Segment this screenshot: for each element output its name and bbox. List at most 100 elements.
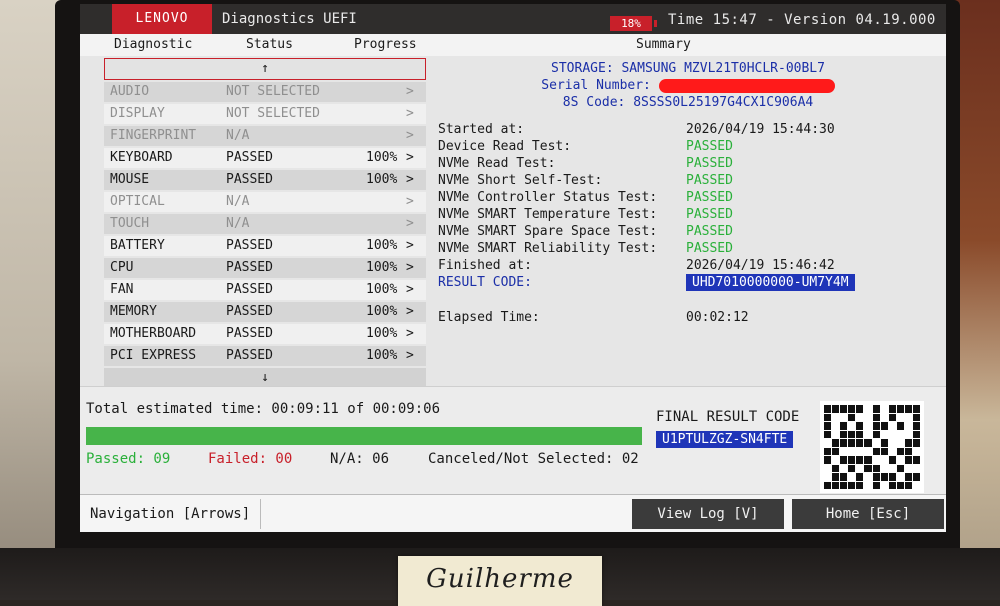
chevron-right-icon: > [406, 150, 414, 165]
started-label: Started at: [438, 122, 525, 137]
started-row: Started at: 2026/04/19 15:44:30 [438, 121, 938, 138]
list-item[interactable]: PCI EXPRESS PASSED 100% > [104, 346, 426, 366]
list-item[interactable]: BATTERY PASSED 100% > [104, 236, 426, 256]
item-status: PASSED [226, 326, 273, 341]
test-result: PASSED [686, 224, 733, 239]
battery-indicator: 18% [610, 16, 652, 31]
diagnostics-screen: LENOVO Diagnostics UEFI 18% Time 15:47 -… [80, 4, 946, 532]
item-status: PASSED [226, 238, 273, 253]
scroll-down-button[interactable]: ↓ [104, 368, 426, 388]
qr-module [888, 430, 896, 438]
serial-number: Serial Number: [438, 77, 938, 94]
item-name: FAN [110, 282, 134, 297]
col-progress: Progress [354, 37, 417, 52]
test-result: PASSED [686, 207, 733, 222]
chevron-right-icon: > [406, 194, 414, 209]
chevron-right-icon: > [406, 326, 414, 341]
storage-title: STORAGE: SAMSUNG MZVL21T0HCLR-00BL7 [551, 61, 825, 76]
elapsed-row: Elapsed Time: 00:02:12 [438, 309, 938, 326]
scroll-up-button[interactable]: ↑ [104, 58, 426, 80]
item-progress: 100% [366, 282, 398, 297]
column-headers: Diagnostic Status Progress Summary [80, 34, 946, 56]
qr-module [848, 422, 856, 430]
list-item[interactable]: MOTHERBOARD PASSED 100% > [104, 324, 426, 344]
test-result: PASSED [686, 173, 733, 188]
qr-module [872, 481, 880, 489]
qr-module [848, 439, 856, 447]
qr-module [912, 464, 920, 472]
item-status: PASSED [226, 282, 273, 297]
qr-code [820, 401, 924, 493]
progress-fill [86, 427, 642, 445]
qr-module [848, 405, 856, 413]
item-name: MEMORY [110, 304, 157, 319]
qr-module [840, 481, 848, 489]
item-name: OPTICAL [110, 194, 165, 209]
chevron-right-icon: > [406, 260, 414, 275]
qr-module [864, 413, 872, 421]
qr-module [840, 447, 848, 455]
qr-module [832, 422, 840, 430]
list-item[interactable]: AUDIO NOT SELECTED > [104, 82, 426, 102]
qr-module [904, 439, 912, 447]
brand-logo: LENOVO [112, 4, 212, 34]
list-item[interactable]: MOUSE PASSED 100% > [104, 170, 426, 190]
test-row: NVMe Read Test: PASSED [438, 155, 938, 172]
list-item[interactable]: OPTICAL N/A > [104, 192, 426, 212]
qr-module [888, 439, 896, 447]
list-item[interactable]: TOUCH N/A > [104, 214, 426, 234]
item-name: CPU [110, 260, 134, 275]
qr-module [824, 430, 832, 438]
result-code-row: RESULT CODE: UHD7010000000-UM7Y4M [438, 274, 938, 291]
col-diagnostic: Diagnostic [114, 37, 193, 52]
list-item[interactable]: DISPLAY NOT SELECTED > [104, 104, 426, 124]
qr-module [896, 481, 904, 489]
elapsed-value: 00:02:12 [686, 310, 749, 325]
qr-module [872, 422, 880, 430]
chevron-right-icon: > [406, 282, 414, 297]
list-item[interactable]: KEYBOARD PASSED 100% > [104, 148, 426, 168]
navigation-hint: Navigation [Arrows] [80, 499, 261, 529]
qr-module [856, 430, 864, 438]
qr-module [824, 439, 832, 447]
qr-module [904, 413, 912, 421]
passed-count: Passed: 09 [86, 451, 171, 467]
qr-module [856, 413, 864, 421]
qr-module [896, 422, 904, 430]
qr-module [824, 447, 832, 455]
qr-module [888, 481, 896, 489]
qr-module [872, 430, 880, 438]
qr-module [872, 447, 880, 455]
qr-module [848, 413, 856, 421]
started-value: 2026/04/19 15:44:30 [686, 122, 835, 137]
qr-module [840, 473, 848, 481]
final-result-code: U1PTULZGZ-SN4FTE [656, 431, 794, 448]
item-name: AUDIO [110, 84, 150, 99]
list-item[interactable]: MEMORY PASSED 100% > [104, 302, 426, 322]
item-name: PCI EXPRESS [110, 348, 197, 363]
list-item[interactable]: CPU PASSED 100% > [104, 258, 426, 278]
list-item[interactable]: FINGERPRINT N/A > [104, 126, 426, 146]
item-name: MOTHERBOARD [110, 326, 197, 341]
qr-module [904, 456, 912, 464]
item-status: PASSED [226, 348, 273, 363]
list-item[interactable]: FAN PASSED 100% > [104, 280, 426, 300]
qr-module [880, 456, 888, 464]
view-log-button[interactable]: View Log [V] [632, 499, 784, 529]
results-panel: Total estimated time: 00:09:11 of 00:09:… [80, 386, 946, 495]
qr-module [904, 430, 912, 438]
test-name: NVMe SMART Reliability Test: [438, 241, 658, 256]
qr-module [840, 405, 848, 413]
test-row: Device Read Test: PASSED [438, 138, 938, 155]
qr-module [856, 447, 864, 455]
qr-module [872, 456, 880, 464]
qr-module [832, 413, 840, 421]
qr-module [832, 439, 840, 447]
test-result: PASSED [686, 156, 733, 171]
qr-module [872, 413, 880, 421]
qr-module [912, 473, 920, 481]
qr-module [896, 439, 904, 447]
qr-module [880, 405, 888, 413]
qr-module [848, 464, 856, 472]
home-button[interactable]: Home [Esc] [792, 499, 944, 529]
